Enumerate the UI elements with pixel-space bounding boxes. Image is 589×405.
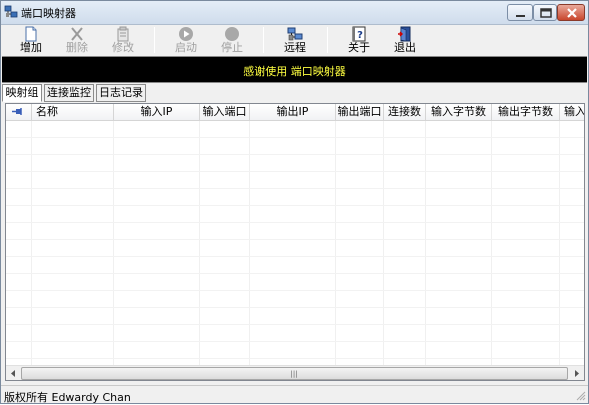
- grid-line: [491, 121, 492, 365]
- resize-grip-icon[interactable]: [576, 391, 586, 401]
- toolbar-separator: [154, 27, 155, 53]
- grid-line: [6, 273, 584, 274]
- grid-line: [31, 121, 32, 365]
- column-header-input-ip[interactable]: 输入IP: [114, 104, 200, 121]
- close-icon: [567, 8, 577, 18]
- grid-line: [6, 307, 584, 308]
- tab-connection-monitor[interactable]: 连接监控: [44, 84, 94, 102]
- edit-document-icon: [117, 26, 129, 42]
- grid-line: [6, 290, 584, 291]
- grid-line: [113, 121, 114, 365]
- column-header-bytes-in[interactable]: 输入字节数: [426, 104, 492, 121]
- pin-icon: [12, 108, 22, 115]
- grid-line: [6, 154, 584, 155]
- column-header-connections[interactable]: 连接数: [384, 104, 426, 121]
- grid-line: [383, 121, 384, 365]
- add-button[interactable]: 增加: [13, 25, 49, 56]
- maximize-icon: [540, 8, 552, 18]
- play-icon: [179, 27, 193, 41]
- app-icon: [4, 5, 18, 18]
- scroll-right-icon[interactable]: [569, 366, 584, 381]
- scroll-left-icon[interactable]: [6, 366, 21, 381]
- toolbar: 增加 删除 修改 启动 停止 远程 ? 关于 退出: [1, 25, 588, 56]
- window-title: 端口映射器: [21, 7, 76, 20]
- start-button[interactable]: 启动: [168, 25, 204, 56]
- horizontal-scrollbar[interactable]: |||: [6, 365, 584, 380]
- about-button-label: 关于: [348, 41, 370, 54]
- grid-line: [6, 205, 584, 206]
- delete-button[interactable]: 删除: [59, 25, 95, 56]
- list-header: 名称 输入IP 输入端口 输出IP 输出端口 连接数 输入字节数 输出字节数 输…: [6, 104, 584, 121]
- exit-door-icon: [398, 26, 411, 42]
- column-header-input-port[interactable]: 输入端口: [200, 104, 250, 121]
- grid-line: [425, 121, 426, 365]
- scrollbar-thumb[interactable]: |||: [21, 367, 568, 380]
- start-button-label: 启动: [175, 41, 197, 54]
- column-header-bytes-out[interactable]: 输出字节数: [492, 104, 560, 121]
- new-document-icon: [25, 26, 37, 42]
- delete-button-label: 删除: [66, 41, 88, 54]
- network-computers-icon: [287, 27, 303, 41]
- grid-line: [6, 222, 584, 223]
- list-body[interactable]: [6, 121, 584, 365]
- grid-line: [6, 137, 584, 138]
- grid-line: [6, 188, 584, 189]
- copyright-text: 版权所有 Edwardy Chan: [4, 391, 131, 404]
- about-button[interactable]: ? 关于: [341, 25, 377, 56]
- column-header-output-port[interactable]: 输出端口: [336, 104, 384, 121]
- grid-line: [6, 358, 584, 359]
- app-window: 端口映射器 增加 删除 修改 启动 停止 远程 ? 关于 退出 感谢使用 端口映…: [0, 0, 589, 404]
- tab-mapping-group[interactable]: 映射组: [2, 84, 42, 102]
- column-header-name[interactable]: 名称: [32, 104, 114, 121]
- exit-button[interactable]: 退出: [387, 25, 423, 56]
- grid-line: [6, 171, 584, 172]
- mapping-list[interactable]: 名称 输入IP 输入端口 输出IP 输出端口 连接数 输入字节数 输出字节数 输…: [5, 103, 585, 381]
- grid-line: [6, 256, 584, 257]
- column-header-input-more[interactable]: 输入: [560, 104, 584, 121]
- column-header-output-ip[interactable]: 输出IP: [250, 104, 336, 121]
- grid-line: [559, 121, 560, 365]
- tab-bar: 映射组 连接监控 日志记录: [1, 83, 588, 103]
- stop-icon: [225, 27, 239, 41]
- modify-button[interactable]: 修改: [105, 25, 141, 56]
- grid-line: [249, 121, 250, 365]
- maximize-button[interactable]: [533, 4, 557, 21]
- title-bar[interactable]: 端口映射器: [1, 1, 588, 25]
- banner-text: 感谢使用 端口映射器: [243, 65, 346, 78]
- add-button-label: 增加: [20, 41, 42, 54]
- stop-button[interactable]: 停止: [214, 25, 250, 56]
- grid-line: [6, 324, 584, 325]
- status-bar: 版权所有 Edwardy Chan: [1, 385, 588, 404]
- modify-button-label: 修改: [112, 41, 134, 54]
- stop-button-label: 停止: [221, 41, 243, 54]
- minimize-button[interactable]: [507, 4, 533, 21]
- column-header-pin[interactable]: [6, 104, 32, 121]
- toolbar-separator: [263, 27, 264, 53]
- scroll-grip-icon: |||: [290, 370, 298, 378]
- remote-button-label: 远程: [284, 41, 306, 54]
- delete-x-icon: [71, 27, 83, 41]
- help-book-icon: ?: [352, 26, 366, 42]
- grid-line: [6, 239, 584, 240]
- grid-line: [6, 341, 584, 342]
- grid-line: [335, 121, 336, 365]
- close-button[interactable]: [557, 4, 585, 21]
- toolbar-separator: [327, 27, 328, 53]
- welcome-banner: 感谢使用 端口映射器: [2, 56, 587, 83]
- minimize-icon: [516, 15, 525, 17]
- tab-log[interactable]: 日志记录: [96, 84, 146, 102]
- exit-button-label: 退出: [394, 41, 416, 54]
- remote-button[interactable]: 远程: [277, 25, 313, 56]
- svg-text:?: ?: [357, 30, 363, 41]
- grid-line: [199, 121, 200, 365]
